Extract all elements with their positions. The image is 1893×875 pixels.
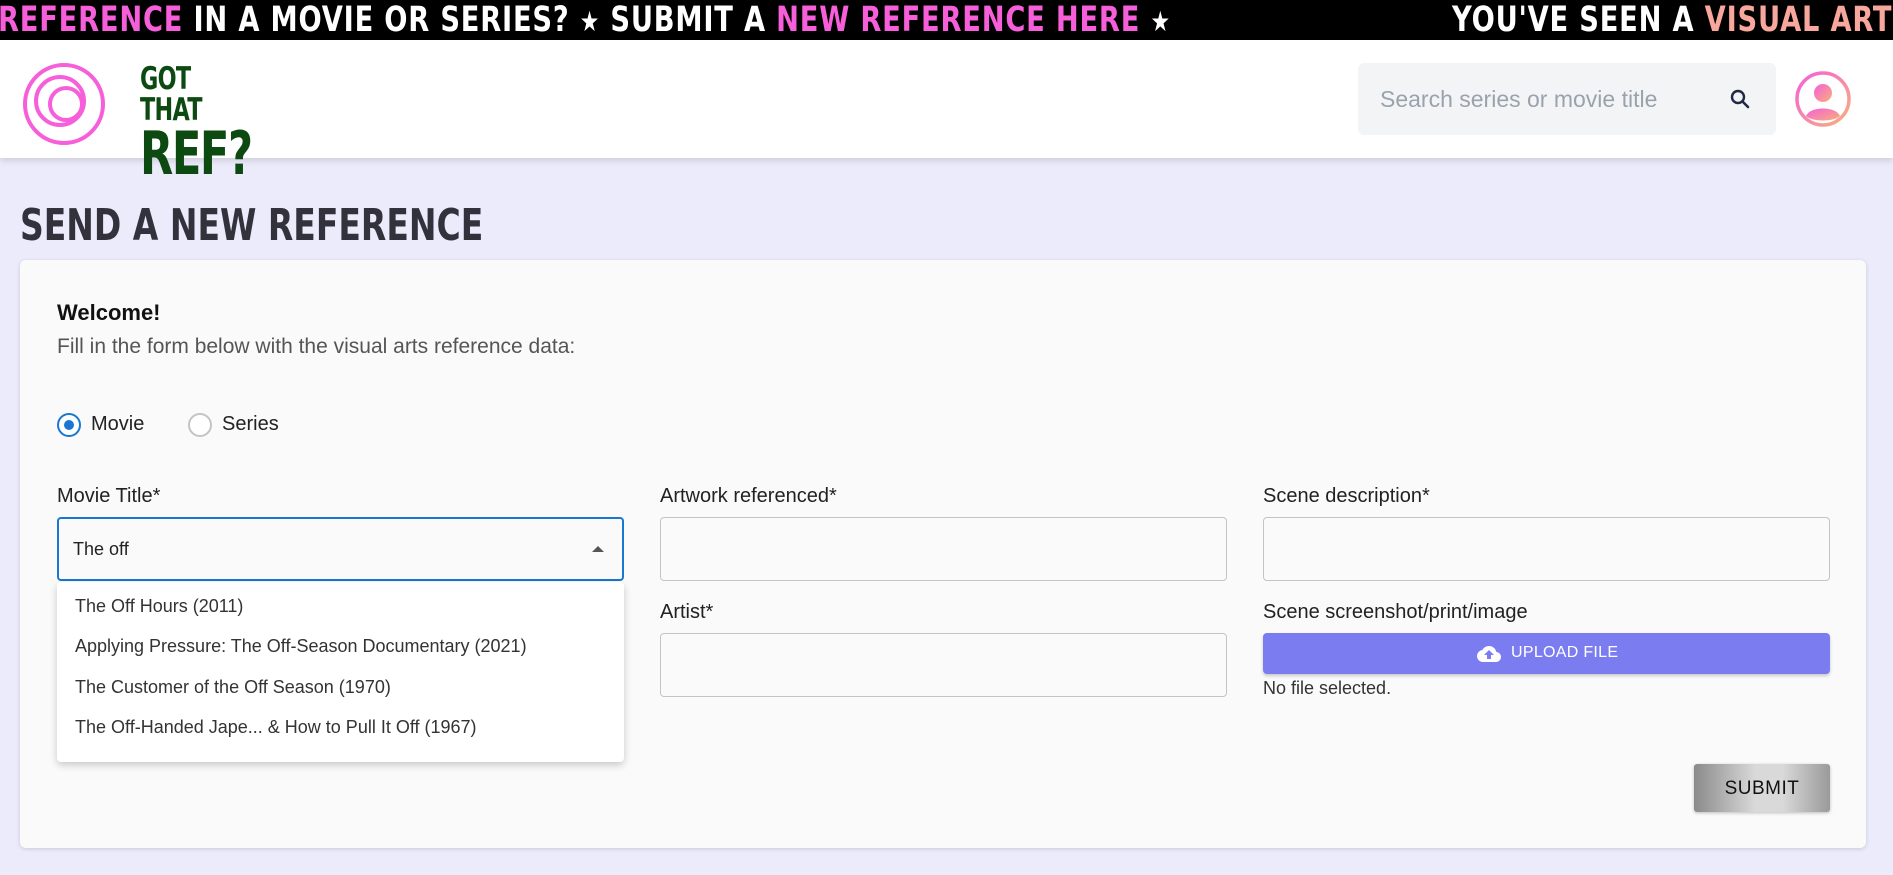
page-title: SEND A NEW REFERENCE	[20, 200, 484, 251]
welcome-heading: Welcome!	[57, 300, 161, 325]
search-box	[1358, 63, 1776, 135]
logo-wordmark: GOT THAT REF?	[140, 61, 253, 189]
radio-movie[interactable]: Movie	[57, 410, 157, 440]
logo-rings-icon	[23, 63, 105, 145]
suggestion-option[interactable]: The Off Hours (2011)	[75, 596, 243, 617]
site-header: GOT THAT REF?	[0, 40, 1893, 184]
caret-up-icon[interactable]	[592, 546, 604, 552]
upload-file-label[interactable]: UPLOAD FILE	[1511, 644, 1618, 662]
banner-text: YOU'VE SEEN A	[1452, 0, 1705, 40]
banner-link-new-reference[interactable]: NEW REFERENCE HERE	[776, 0, 1140, 40]
upload-file-button[interactable]: UPLOAD FILE	[1263, 633, 1830, 674]
radio-series[interactable]: Series	[188, 410, 288, 440]
movie-title-label: Movie Title*	[57, 485, 161, 507]
banner-text-highlight: VISUAL ARTS	[1704, 0, 1893, 40]
movie-title-input[interactable]	[59, 519, 622, 579]
form-intro-text: Fill in the form below with the visual a…	[57, 335, 576, 358]
banner-text: IN A MOVIE OR SERIES?	[183, 0, 570, 40]
announcement-banner[interactable]: REFERENCE IN A MOVIE OR SERIES? ★ SUBMIT…	[0, 0, 1893, 40]
artist-field[interactable]	[660, 633, 1227, 697]
artwork-field[interactable]	[660, 517, 1227, 581]
banner-text-track: YOU'VE SEEN A VISUAL ARTS	[1452, 0, 1893, 40]
suggestion-option[interactable]: The Off-Handed Jape... & How to Pull It …	[75, 717, 477, 738]
artist-input[interactable]	[661, 634, 1226, 696]
logo-line-1: GOT THAT	[140, 61, 203, 128]
upload-status-text: No file selected.	[1263, 678, 1392, 698]
banner-text-track: REFERENCE IN A MOVIE OR SERIES? ★ SUBMIT…	[0, 0, 1171, 40]
submit-button-label[interactable]: SUBMIT	[1694, 778, 1830, 800]
radio-series-label[interactable]: Series	[222, 413, 279, 436]
scene-description-input[interactable]	[1264, 518, 1829, 580]
movie-title-suggestions: The Off Hours (2011) Applying Pressure: …	[57, 582, 624, 762]
search-icon[interactable]	[1728, 87, 1752, 111]
cloud-upload-icon	[1477, 646, 1501, 662]
reference-form-card: Welcome! Fill in the form below with the…	[20, 260, 1866, 848]
submit-button[interactable]: SUBMIT	[1694, 764, 1830, 812]
movie-title-combobox[interactable]	[57, 517, 624, 581]
radio-unselected-icon[interactable]	[188, 413, 212, 437]
user-avatar-icon[interactable]	[1794, 70, 1852, 128]
artist-label: Artist*	[660, 601, 714, 623]
radio-movie-label[interactable]: Movie	[91, 413, 144, 436]
scene-image-label: Scene screenshot/print/image	[1263, 601, 1528, 623]
search-input[interactable]	[1380, 63, 1710, 135]
banner-text: SUBMIT A	[610, 0, 777, 40]
star-icon: ★	[579, 5, 601, 38]
scene-description-field[interactable]	[1263, 517, 1830, 581]
artwork-input[interactable]	[661, 518, 1226, 580]
site-logo[interactable]: GOT THAT REF?	[22, 54, 253, 184]
star-icon: ★	[1150, 5, 1171, 38]
artwork-label: Artwork referenced*	[660, 485, 837, 507]
suggestion-option[interactable]: The Customer of the Off Season (1970)	[75, 677, 391, 698]
logo-line-2: REF?	[140, 119, 253, 189]
radio-selected-icon[interactable]	[57, 413, 81, 437]
banner-text-highlight: REFERENCE	[0, 0, 184, 40]
scene-description-label: Scene description*	[1263, 485, 1430, 507]
suggestion-option[interactable]: Applying Pressure: The Off-Season Docume…	[75, 636, 527, 657]
